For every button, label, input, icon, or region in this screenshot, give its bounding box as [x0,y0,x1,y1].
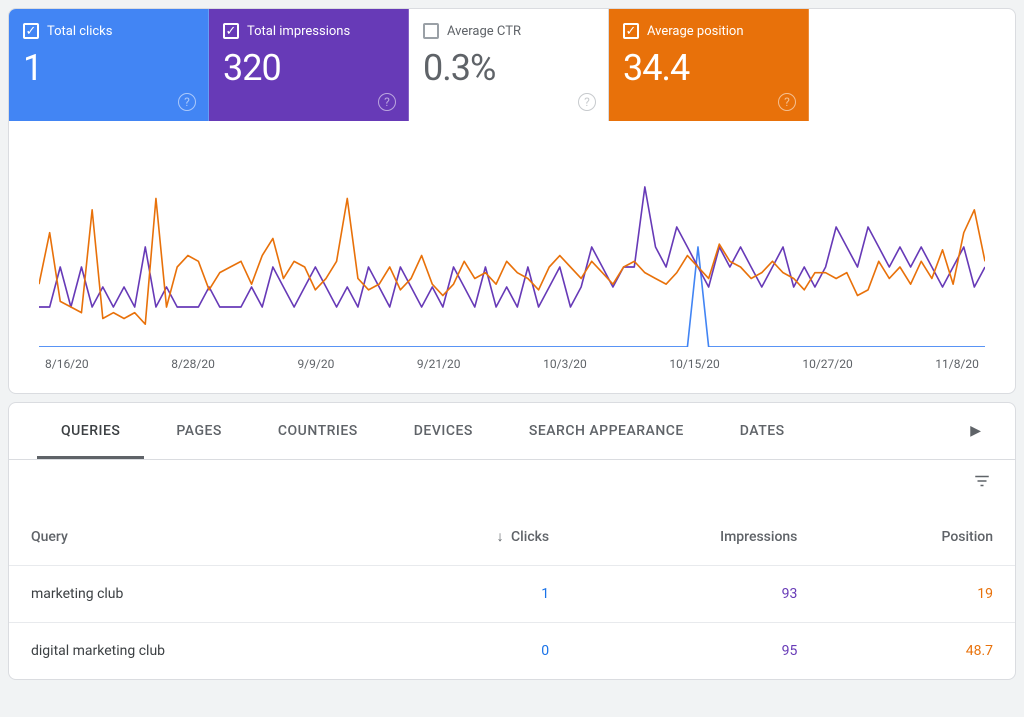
metric-value: 0.3% [423,47,594,89]
metric-label: Average position [647,24,744,39]
col-position[interactable]: Position [819,492,1015,566]
metric-average-ctr[interactable]: Average CTR 0.3% ? [409,9,609,121]
queries-table: Query ↓ Clicks Impressions Position mark… [9,492,1015,679]
help-icon[interactable]: ? [378,93,396,111]
x-tick: 10/27/20 [802,357,852,371]
chart-area: 8/16/20 8/28/20 9/9/20 9/21/20 10/3/20 10/15/… [9,121,1015,393]
performance-card: ✓ Total clicks 1 ? ✓ Total impressions 3… [8,8,1016,394]
col-clicks[interactable]: ↓ Clicks [373,492,571,566]
tab-search-appearance[interactable]: SEARCH APPEARANCE [505,403,708,459]
metric-label: Total clicks [47,24,112,39]
metric-average-position[interactable]: ✓ Average position 34.4 ? [609,9,809,121]
checkbox-icon: ✓ [623,23,639,39]
table-row[interactable]: marketing club19319 [9,566,1015,623]
metric-total-clicks[interactable]: ✓ Total clicks 1 ? [9,9,209,121]
table-header-row: Query ↓ Clicks Impressions Position [9,492,1015,566]
checkbox-icon [423,23,439,39]
metrics-strip: ✓ Total clicks 1 ? ✓ Total impressions 3… [9,9,1015,121]
x-tick: 11/8/20 [935,357,979,371]
cell-query: marketing club [9,566,373,623]
chart-x-axis: 8/16/20 8/28/20 9/9/20 9/21/20 10/3/20 10/15/… [39,351,985,383]
cell-clicks: 1 [373,566,571,623]
cell-impressions: 95 [571,623,819,680]
col-query[interactable]: Query [9,492,373,566]
cell-impressions: 93 [571,566,819,623]
tab-countries[interactable]: COUNTRIES [254,403,382,459]
metric-label: Average CTR [447,24,521,39]
cell-clicks: 0 [373,623,571,680]
x-tick: 9/21/20 [417,357,461,371]
metric-total-impressions[interactable]: ✓ Total impressions 320 ? [209,9,409,121]
cell-position: 48.7 [819,623,1015,680]
col-impressions[interactable]: Impressions [571,492,819,566]
x-tick: 8/16/20 [45,357,89,371]
tab-devices[interactable]: DEVICES [390,403,497,459]
queries-card: QUERIESPAGESCOUNTRIESDEVICESSEARCH APPEA… [8,402,1016,680]
tabs: QUERIESPAGESCOUNTRIESDEVICESSEARCH APPEA… [9,403,1015,460]
metric-label: Total impressions [247,24,350,39]
checkbox-icon: ✓ [23,23,39,39]
cell-query: digital marketing club [9,623,373,680]
table-row[interactable]: digital marketing club09548.7 [9,623,1015,680]
tabs-scroll-right[interactable]: ▶ [964,423,987,439]
metric-value: 320 [223,47,394,89]
tab-pages[interactable]: PAGES [152,403,246,459]
metric-value: 34.4 [623,47,794,89]
tab-queries[interactable]: QUERIES [37,403,144,459]
x-tick: 8/28/20 [171,357,215,371]
sort-desc-icon: ↓ [497,529,504,545]
tab-dates[interactable]: DATES [716,403,809,459]
performance-chart [39,147,985,347]
x-tick: 10/15/20 [669,357,719,371]
help-icon[interactable]: ? [778,93,796,111]
cell-position: 19 [819,566,1015,623]
x-tick: 9/9/20 [297,357,334,371]
help-icon[interactable]: ? [578,93,596,111]
filter-icon[interactable] [971,470,993,492]
help-icon[interactable]: ? [178,93,196,111]
x-tick: 10/3/20 [543,357,587,371]
metric-value: 1 [23,47,194,89]
checkbox-icon: ✓ [223,23,239,39]
